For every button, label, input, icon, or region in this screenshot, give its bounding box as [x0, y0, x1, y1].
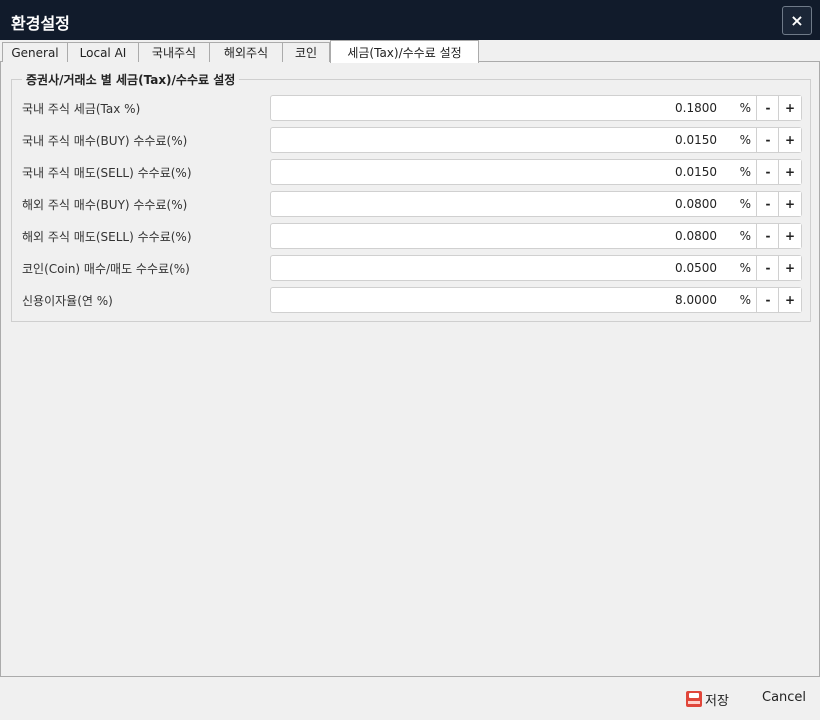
- save-button[interactable]: 저장: [686, 688, 729, 710]
- setting-row-domestic-buy-fee: 국내 주식 매수(BUY) 수수료(%) 0.0150 % - +: [12, 127, 810, 153]
- close-button[interactable]: ×: [782, 6, 812, 35]
- domestic-buy-fee-input[interactable]: 0.0150 % - +: [270, 127, 802, 153]
- row-label: 해외 주식 매도(SELL) 수수료(%): [22, 230, 192, 244]
- credit-interest-input[interactable]: 8.0000 % - +: [270, 287, 802, 313]
- save-label: 저장: [705, 693, 729, 709]
- save-icon: [686, 691, 702, 707]
- field-value: 0.1800: [675, 101, 717, 115]
- row-label: 국내 주식 매수(BUY) 수수료(%): [22, 134, 188, 148]
- cancel-button[interactable]: Cancel: [762, 690, 806, 705]
- title-bar: 환경설정 ×: [0, 0, 820, 40]
- decrement-button[interactable]: -: [756, 160, 779, 184]
- window-title: 환경설정: [11, 14, 70, 33]
- tab-local-ai[interactable]: Local AI: [67, 42, 139, 62]
- domestic-sell-fee-input[interactable]: 0.0150 % - +: [270, 159, 802, 185]
- field-value: 0.0500: [675, 261, 717, 275]
- increment-button[interactable]: +: [778, 160, 801, 184]
- domestic-tax-input[interactable]: 0.1800 % - +: [270, 95, 802, 121]
- coin-fee-input[interactable]: 0.0500 % - +: [270, 255, 802, 281]
- overseas-sell-fee-input[interactable]: 0.0800 % - +: [270, 223, 802, 249]
- tab-coin[interactable]: 코인: [282, 42, 330, 62]
- tab-content-panel: 증권사/거래소 별 세금(Tax)/수수료 설정 국내 주식 세금(Tax %)…: [0, 62, 820, 676]
- setting-row-overseas-buy-fee: 해외 주식 매수(BUY) 수수료(%) 0.0800 % - +: [12, 191, 810, 217]
- decrement-button[interactable]: -: [756, 288, 779, 312]
- unit-label: %: [739, 261, 751, 275]
- dialog-footer: 저장 Cancel: [0, 676, 820, 720]
- row-label: 국내 주식 매도(SELL) 수수료(%): [22, 166, 192, 180]
- field-value: 0.0800: [675, 229, 717, 243]
- unit-label: %: [739, 133, 751, 147]
- row-label: 신용이자율(연 %): [22, 294, 113, 308]
- decrement-button[interactable]: -: [756, 256, 779, 280]
- decrement-button[interactable]: -: [756, 96, 779, 120]
- unit-label: %: [739, 293, 751, 307]
- tax-fee-groupbox: 증권사/거래소 별 세금(Tax)/수수료 설정 국내 주식 세금(Tax %)…: [11, 71, 811, 322]
- decrement-button[interactable]: -: [756, 128, 779, 152]
- increment-button[interactable]: +: [778, 256, 801, 280]
- row-label: 해외 주식 매수(BUY) 수수료(%): [22, 198, 188, 212]
- tab-domestic-stock[interactable]: 국내주식: [138, 42, 210, 62]
- overseas-buy-fee-input[interactable]: 0.0800 % - +: [270, 191, 802, 217]
- unit-label: %: [739, 229, 751, 243]
- group-title: 증권사/거래소 별 세금(Tax)/수수료 설정: [22, 71, 240, 88]
- decrement-button[interactable]: -: [756, 192, 779, 216]
- close-icon: ×: [790, 11, 804, 30]
- tab-general[interactable]: General: [2, 42, 68, 62]
- row-label: 코인(Coin) 매수/매도 수수료(%): [22, 262, 190, 276]
- unit-label: %: [739, 165, 751, 179]
- setting-row-credit-interest: 신용이자율(연 %) 8.0000 % - +: [12, 287, 810, 313]
- unit-label: %: [739, 101, 751, 115]
- row-label: 국내 주식 세금(Tax %): [22, 102, 141, 116]
- decrement-button[interactable]: -: [756, 224, 779, 248]
- field-value: 0.0800: [675, 197, 717, 211]
- increment-button[interactable]: +: [778, 96, 801, 120]
- field-value: 0.0150: [675, 165, 717, 179]
- setting-row-domestic-tax: 국내 주식 세금(Tax %) 0.1800 % - +: [12, 95, 810, 121]
- setting-row-overseas-sell-fee: 해외 주식 매도(SELL) 수수료(%) 0.0800 % - +: [12, 223, 810, 249]
- tab-strip: General Local AI 국내주식 해외주식 코인 세금(Tax)/수수…: [0, 40, 820, 63]
- increment-button[interactable]: +: [778, 224, 801, 248]
- setting-row-coin-fee: 코인(Coin) 매수/매도 수수료(%) 0.0500 % - +: [12, 255, 810, 281]
- field-value: 8.0000: [675, 293, 717, 307]
- increment-button[interactable]: +: [778, 192, 801, 216]
- setting-row-domestic-sell-fee: 국내 주식 매도(SELL) 수수료(%) 0.0150 % - +: [12, 159, 810, 185]
- unit-label: %: [739, 197, 751, 211]
- tab-overseas-stock[interactable]: 해외주식: [209, 42, 283, 62]
- increment-button[interactable]: +: [778, 288, 801, 312]
- increment-button[interactable]: +: [778, 128, 801, 152]
- field-value: 0.0150: [675, 133, 717, 147]
- tab-tax-fee-settings[interactable]: 세금(Tax)/수수료 설정: [330, 40, 479, 63]
